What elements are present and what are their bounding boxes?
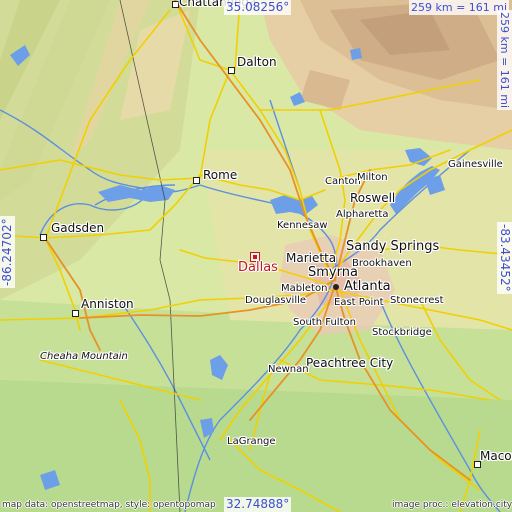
place-label-brookhaven: Brookhaven: [352, 258, 412, 269]
place-label-gainesville: Gainesville: [448, 159, 503, 170]
place-label-milton: Milton: [357, 172, 388, 183]
city-dot-dalton: [228, 67, 235, 74]
target-city-label: Dallas: [238, 260, 278, 275]
place-label-canton: Canton: [325, 176, 361, 187]
place-label-macon: Macon: [480, 449, 512, 463]
place-label-douglasville: Douglasville: [245, 295, 307, 306]
image-credit: image proc.: elevation.city: [392, 500, 512, 510]
place-label-sandy-springs: Sandy Springs: [346, 239, 440, 254]
place-label-gadsden: Gadsden: [51, 221, 105, 235]
place-label-stonecrest: Stonecrest: [390, 295, 444, 306]
place-label-mableton: Mableton: [281, 283, 328, 294]
place-label-east-point: East Point: [334, 297, 384, 308]
bottom-latitude-label: 32.74888°: [224, 497, 292, 512]
place-label-cheaha-mountain: Cheaha Mountain: [40, 351, 128, 362]
city-dot-chattanooga: [172, 1, 179, 8]
place-label-stockbridge: Stockbridge: [372, 327, 432, 338]
place-label-rome: Rome: [203, 168, 238, 182]
left-longitude-label: -86.24702°: [0, 216, 15, 288]
place-label-south-fulton: South Fulton: [293, 317, 356, 328]
right-longitude-label: -83.43452°: [497, 222, 512, 294]
scale-bar-right: 259 km = 161 mi: [497, 10, 512, 111]
place-label-alpharetta: Alpharetta: [336, 209, 389, 220]
place-label-smyrna: Smyrna: [308, 265, 358, 280]
city-dot-gadsden: [40, 234, 47, 241]
place-label-atlanta: Atlanta: [344, 279, 391, 294]
place-label-dalton: Dalton: [237, 55, 277, 69]
topographic-map[interactable]: Chattanooga Dalton Rome Canton Milton Ga…: [0, 0, 512, 512]
place-label-lagrange: LaGrange: [227, 436, 276, 447]
top-latitude-label: 35.08256°: [224, 0, 292, 15]
place-label-roswell: Roswell: [350, 191, 396, 205]
city-dot-rome: [193, 177, 200, 184]
place-label-newnan: Newnan: [268, 364, 309, 375]
map-credit: map data: openstreetmap, style: opentopo…: [2, 500, 216, 510]
place-label-kennesaw: Kennesaw: [277, 220, 328, 231]
city-dot-anniston: [72, 310, 79, 317]
scale-bar-top: 259 km = 161 mi: [409, 0, 510, 15]
place-label-marietta: Marietta: [286, 251, 337, 265]
place-label-peachtree-city: Peachtree City: [306, 356, 394, 370]
place-label-anniston: Anniston: [81, 297, 134, 311]
